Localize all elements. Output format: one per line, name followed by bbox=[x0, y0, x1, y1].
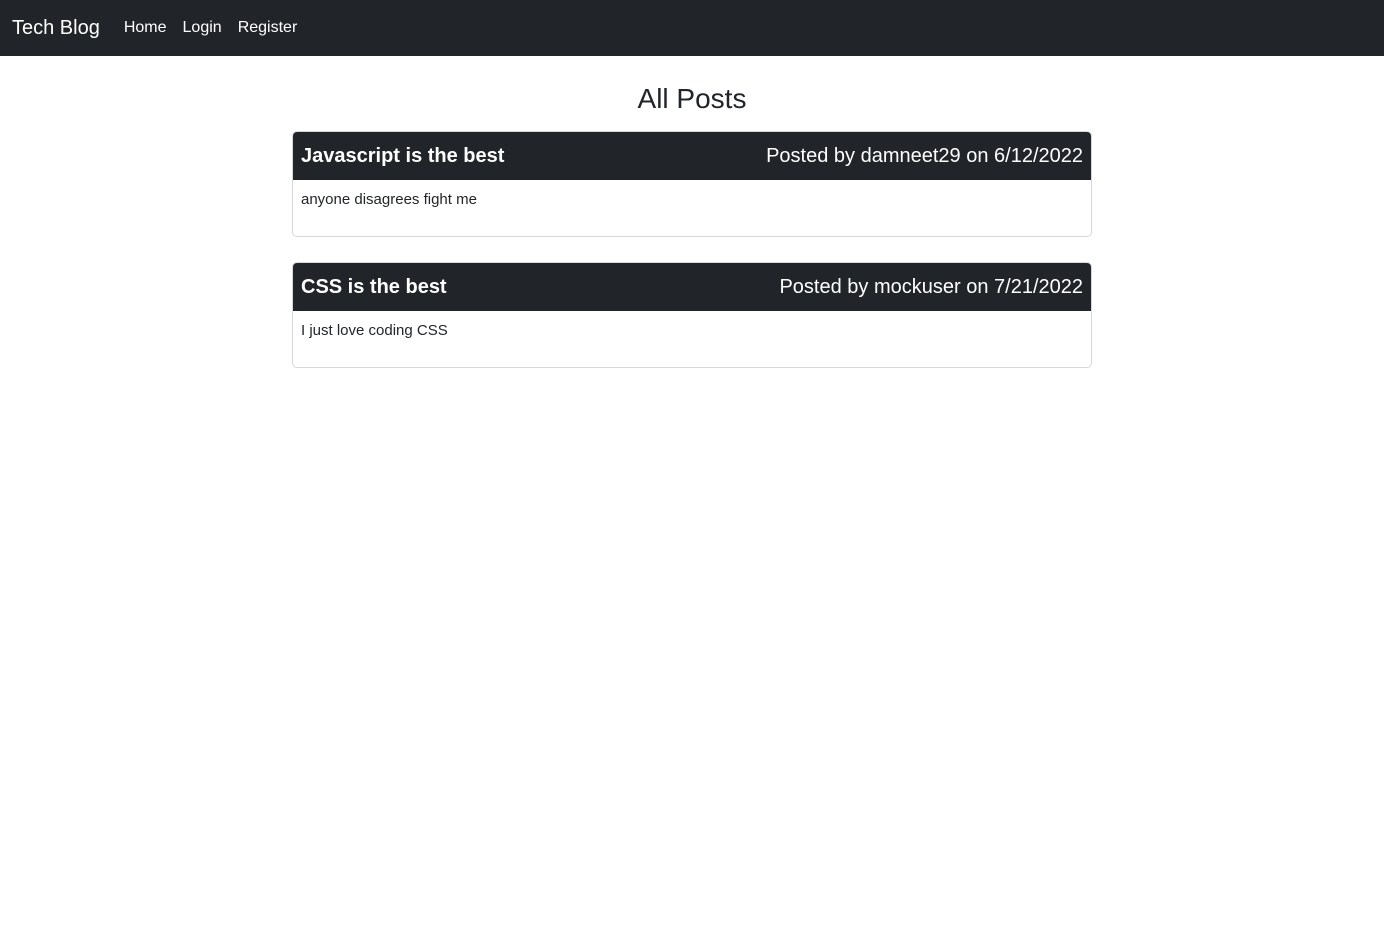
post-title[interactable]: CSS is the best bbox=[301, 276, 447, 299]
nav-link-register[interactable]: Register bbox=[238, 19, 298, 37]
post-header: CSS is the best Posted by mockuser on 7/… bbox=[293, 263, 1091, 311]
nav-links: Home Login Register bbox=[124, 19, 313, 37]
main-content: All Posts Javascript is the best Posted … bbox=[292, 81, 1092, 368]
post-meta: Posted by mockuser on 7/21/2022 bbox=[779, 275, 1083, 298]
post-card[interactable]: Javascript is the best Posted by damneet… bbox=[292, 131, 1092, 237]
navbar: Tech Blog Home Login Register bbox=[0, 0, 1384, 56]
post-body: anyone disagrees fight me bbox=[301, 191, 477, 208]
post-meta: Posted by damneet29 on 6/12/2022 bbox=[766, 144, 1083, 167]
post-header: Javascript is the best Posted by damneet… bbox=[293, 132, 1091, 180]
post-title[interactable]: Javascript is the best bbox=[301, 145, 504, 168]
brand-link[interactable]: Tech Blog bbox=[12, 18, 100, 38]
page-title: All Posts bbox=[637, 83, 747, 114]
post-body: I just love coding CSS bbox=[301, 322, 448, 339]
nav-link-home[interactable]: Home bbox=[124, 19, 167, 37]
nav-link-login[interactable]: Login bbox=[183, 19, 222, 37]
post-card[interactable]: CSS is the best Posted by mockuser on 7/… bbox=[292, 262, 1092, 368]
